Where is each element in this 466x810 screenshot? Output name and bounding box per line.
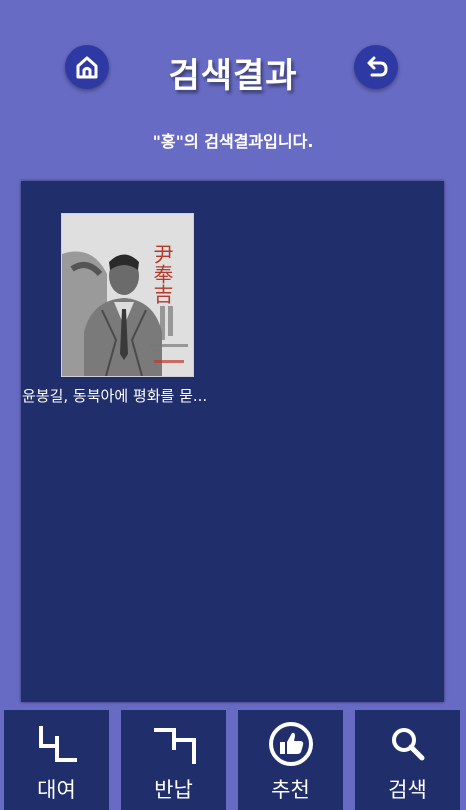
nav-recommend-label: 추천 <box>271 778 310 802</box>
book-cover-title: 尹奉吉 <box>150 244 174 304</box>
nav-return-label: 반납 <box>154 778 193 802</box>
borrow-icon <box>38 726 77 762</box>
nav-borrow-label: 대여 <box>37 778 76 802</box>
thumbs-up-icon <box>268 722 313 766</box>
bottom-nav: 대여 반납 추천 검색 <box>0 710 466 810</box>
nav-return-button[interactable]: 반납 <box>121 710 226 810</box>
book-cover-image: 尹奉吉 <box>61 213 194 377</box>
return-arrow-icon <box>367 56 388 77</box>
back-button[interactable] <box>354 45 398 89</box>
search-icon <box>391 728 424 761</box>
nav-borrow-button[interactable]: 대여 <box>4 710 109 810</box>
header: 검색결과 <box>0 0 466 120</box>
search-result-message: "홍"의 검색결과입니다. <box>152 132 314 151</box>
nav-search-label: 검색 <box>388 778 427 802</box>
return-icon <box>153 728 196 764</box>
nav-search-button[interactable]: 검색 <box>355 710 460 810</box>
book-title[interactable]: 윤봉길, 동북아에 평화를 묻... <box>22 385 262 406</box>
nav-recommend-button[interactable]: 추천 <box>238 710 343 810</box>
results-panel: 尹奉吉 윤봉길, 동북아에 평화를 묻... <box>21 181 444 702</box>
